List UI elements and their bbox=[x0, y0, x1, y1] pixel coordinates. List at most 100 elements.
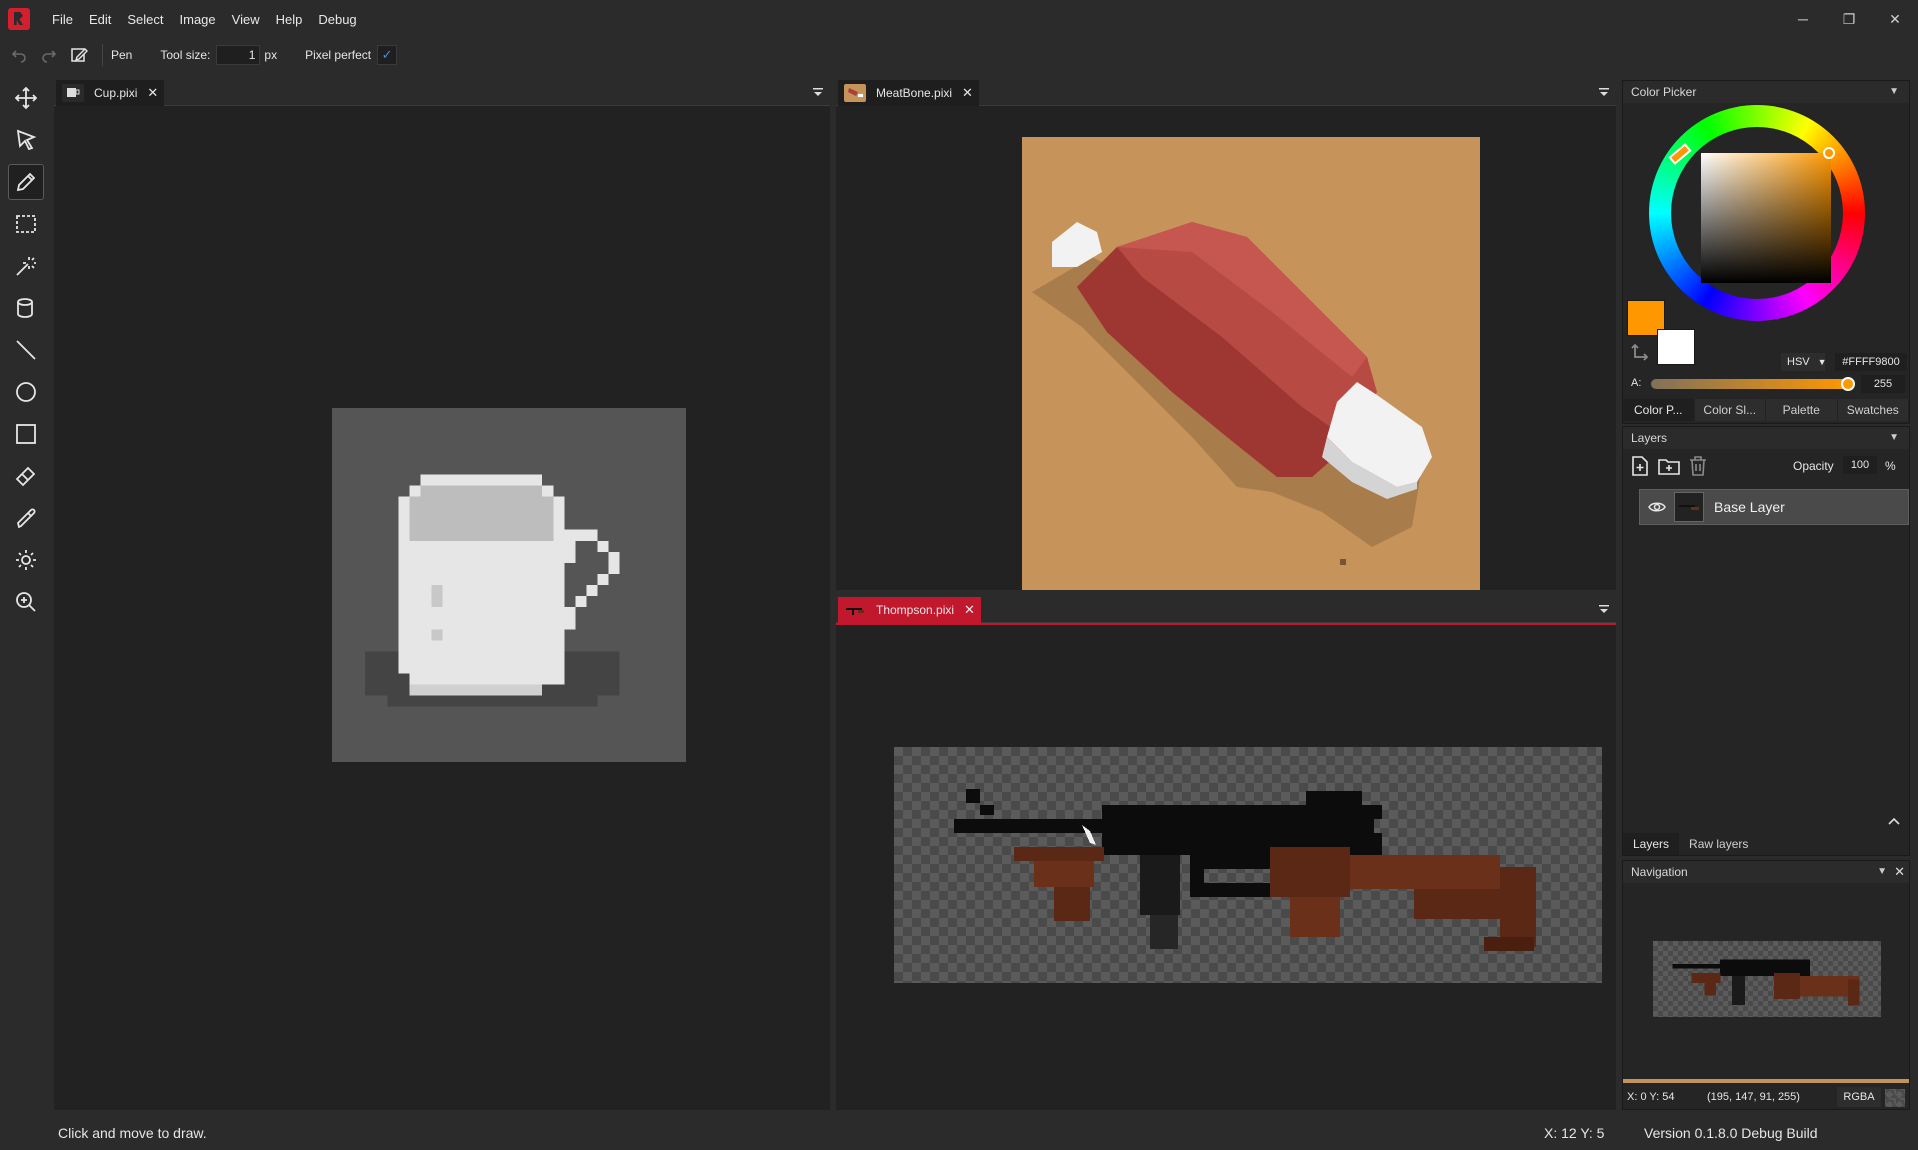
navigation-preview[interactable] bbox=[1653, 941, 1881, 1017]
paint-bucket-icon[interactable] bbox=[8, 290, 44, 326]
select-arrow-icon[interactable] bbox=[8, 122, 44, 158]
pen-edit-icon bbox=[64, 40, 94, 70]
ellipse-tool-icon[interactable] bbox=[8, 374, 44, 410]
secondary-color-swatch[interactable] bbox=[1657, 329, 1695, 365]
window-controls: ─ ❐ ✕ bbox=[1780, 0, 1918, 38]
pixel-color-bar bbox=[1623, 1079, 1909, 1083]
thompson-tab-bar: Thompson.pixi ✕ bbox=[836, 597, 1616, 623]
layers-panel: Layers ▼ Opacity 100 % Base Layer Layers… bbox=[1622, 426, 1910, 856]
pen-tool-icon[interactable] bbox=[8, 164, 44, 200]
tab-swatches[interactable]: Swatches bbox=[1837, 399, 1909, 421]
layers-title: Layers bbox=[1631, 431, 1668, 445]
new-layer-icon[interactable] bbox=[1629, 455, 1651, 477]
pixel-rgba-value: (195, 147, 91, 255) bbox=[1707, 1091, 1800, 1103]
thompson-artwork bbox=[954, 789, 1536, 951]
line-tool-icon[interactable] bbox=[8, 332, 44, 368]
cup-thumbnail bbox=[62, 84, 84, 102]
color-picker-menu-icon[interactable]: ▼ bbox=[1889, 81, 1899, 103]
cup-canvas[interactable] bbox=[332, 408, 686, 762]
tab-cup-close-icon[interactable]: ✕ bbox=[147, 85, 158, 101]
tab-meatbone-label: MeatBone.pixi bbox=[876, 86, 953, 100]
tab-layers[interactable]: Layers bbox=[1623, 833, 1680, 855]
tab-thompson[interactable]: Thompson.pixi ✕ bbox=[838, 597, 981, 623]
tab-color-sliders[interactable]: Color Sl... bbox=[1694, 399, 1766, 421]
menu-edit[interactable]: Edit bbox=[81, 12, 119, 27]
meatbone-tab-bar: MeatBone.pixi ✕ bbox=[836, 80, 1616, 106]
color-mode-value: HSV bbox=[1787, 356, 1810, 368]
eye-icon[interactable] bbox=[1648, 498, 1666, 516]
alpha-slider[interactable] bbox=[1651, 377, 1855, 391]
tab-meatbone-close-icon[interactable]: ✕ bbox=[962, 85, 973, 101]
collapse-up-icon[interactable] bbox=[1887, 815, 1901, 829]
navigation-title: Navigation bbox=[1631, 865, 1688, 879]
status-bar: Click and move to draw. X: 12 Y: 5 Versi… bbox=[0, 1116, 1918, 1150]
magic-wand-icon[interactable] bbox=[8, 248, 44, 284]
rectangle-tool-icon[interactable] bbox=[8, 416, 44, 452]
layer-name: Base Layer bbox=[1714, 499, 1785, 515]
status-message: Click and move to draw. bbox=[58, 1125, 207, 1141]
thompson-document-pane: Thompson.pixi ✕ bbox=[836, 597, 1616, 1110]
redo-icon[interactable] bbox=[34, 40, 64, 70]
menu-debug[interactable]: Debug bbox=[310, 12, 364, 27]
brightness-icon[interactable] bbox=[8, 542, 44, 578]
menu-help[interactable]: Help bbox=[268, 12, 311, 27]
zoom-icon[interactable] bbox=[8, 584, 44, 620]
tab-palette[interactable]: Palette bbox=[1766, 399, 1838, 421]
thompson-tab-menu-icon[interactable] bbox=[1598, 603, 1610, 615]
layers-panel-tabs: Layers Raw layers bbox=[1623, 833, 1758, 855]
opacity-unit: % bbox=[1885, 459, 1896, 473]
cup-tab-menu-icon[interactable] bbox=[812, 86, 824, 98]
close-window-button[interactable]: ✕ bbox=[1872, 0, 1918, 38]
rectangle-select-icon[interactable] bbox=[8, 206, 44, 242]
cup-artwork bbox=[365, 474, 620, 707]
swap-colors-icon[interactable] bbox=[1631, 341, 1651, 361]
menu-view[interactable]: View bbox=[224, 12, 268, 27]
new-folder-icon[interactable] bbox=[1657, 455, 1681, 477]
layer-row-base[interactable]: Base Layer bbox=[1639, 489, 1909, 525]
alpha-slider-handle[interactable] bbox=[1841, 377, 1855, 391]
hue-ring[interactable] bbox=[1649, 105, 1865, 321]
title-bar: File Edit Select Image View Help Debug ─… bbox=[0, 0, 1918, 38]
eyedropper-icon[interactable] bbox=[8, 500, 44, 536]
navigation-menu-icon[interactable]: ▼ bbox=[1877, 861, 1887, 883]
opacity-input[interactable]: 100 bbox=[1843, 456, 1877, 474]
saturation-value-square[interactable] bbox=[1701, 153, 1831, 283]
hex-input[interactable]: #FFFF9800 bbox=[1835, 353, 1907, 371]
color-format-button[interactable]: RGBA bbox=[1837, 1087, 1881, 1107]
menu-bar: File Edit Select Image View Help Debug bbox=[44, 12, 365, 27]
color-picker-header: Color Picker ▼ bbox=[1623, 81, 1909, 103]
eraser-icon[interactable] bbox=[8, 458, 44, 494]
tool-size-input[interactable]: 1 bbox=[216, 45, 261, 65]
tab-cup[interactable]: Cup.pixi ✕ bbox=[56, 80, 165, 106]
color-picker-panel: Color Picker ▼ HSV ▼ #FFFF9800 A: 255 Col… bbox=[1622, 80, 1910, 424]
tab-thompson-close-icon[interactable]: ✕ bbox=[964, 602, 975, 618]
tab-cup-label: Cup.pixi bbox=[94, 86, 138, 100]
alpha-label: A: bbox=[1631, 377, 1642, 389]
meatbone-tab-menu-icon[interactable] bbox=[1598, 86, 1610, 98]
tab-raw-layers[interactable]: Raw layers bbox=[1679, 833, 1758, 855]
tab-meatbone[interactable]: MeatBone.pixi ✕ bbox=[838, 80, 979, 106]
chevron-down-icon: ▼ bbox=[1817, 357, 1827, 367]
layers-menu-icon[interactable]: ▼ bbox=[1889, 427, 1899, 449]
navigation-close-icon[interactable]: ✕ bbox=[1894, 861, 1905, 883]
pixel-perfect-checkbox[interactable]: ✓ bbox=[377, 45, 398, 65]
meatbone-document-pane: MeatBone.pixi ✕ bbox=[836, 80, 1616, 590]
meatbone-canvas[interactable] bbox=[1022, 137, 1480, 590]
alpha-input[interactable]: 255 bbox=[1861, 375, 1905, 393]
thompson-canvas[interactable] bbox=[894, 747, 1602, 983]
undo-icon[interactable] bbox=[4, 40, 34, 70]
pixel-position: X: 0 Y: 54 bbox=[1627, 1091, 1675, 1103]
move-tool-icon[interactable] bbox=[8, 80, 44, 116]
color-mode-select[interactable]: HSV ▼ bbox=[1781, 353, 1827, 371]
delete-layer-icon[interactable] bbox=[1687, 455, 1709, 477]
color-picker-title: Color Picker bbox=[1631, 85, 1697, 99]
navigation-preview-artwork bbox=[1672, 959, 1860, 1006]
tool-name: Pen bbox=[111, 48, 133, 62]
menu-image[interactable]: Image bbox=[172, 12, 224, 27]
menu-select[interactable]: Select bbox=[119, 12, 171, 27]
minimize-button[interactable]: ─ bbox=[1780, 0, 1826, 38]
tab-color-picker[interactable]: Color P... bbox=[1623, 399, 1695, 421]
restore-button[interactable]: ❐ bbox=[1826, 0, 1872, 38]
sv-picker-handle[interactable] bbox=[1823, 147, 1835, 159]
menu-file[interactable]: File bbox=[44, 12, 81, 27]
